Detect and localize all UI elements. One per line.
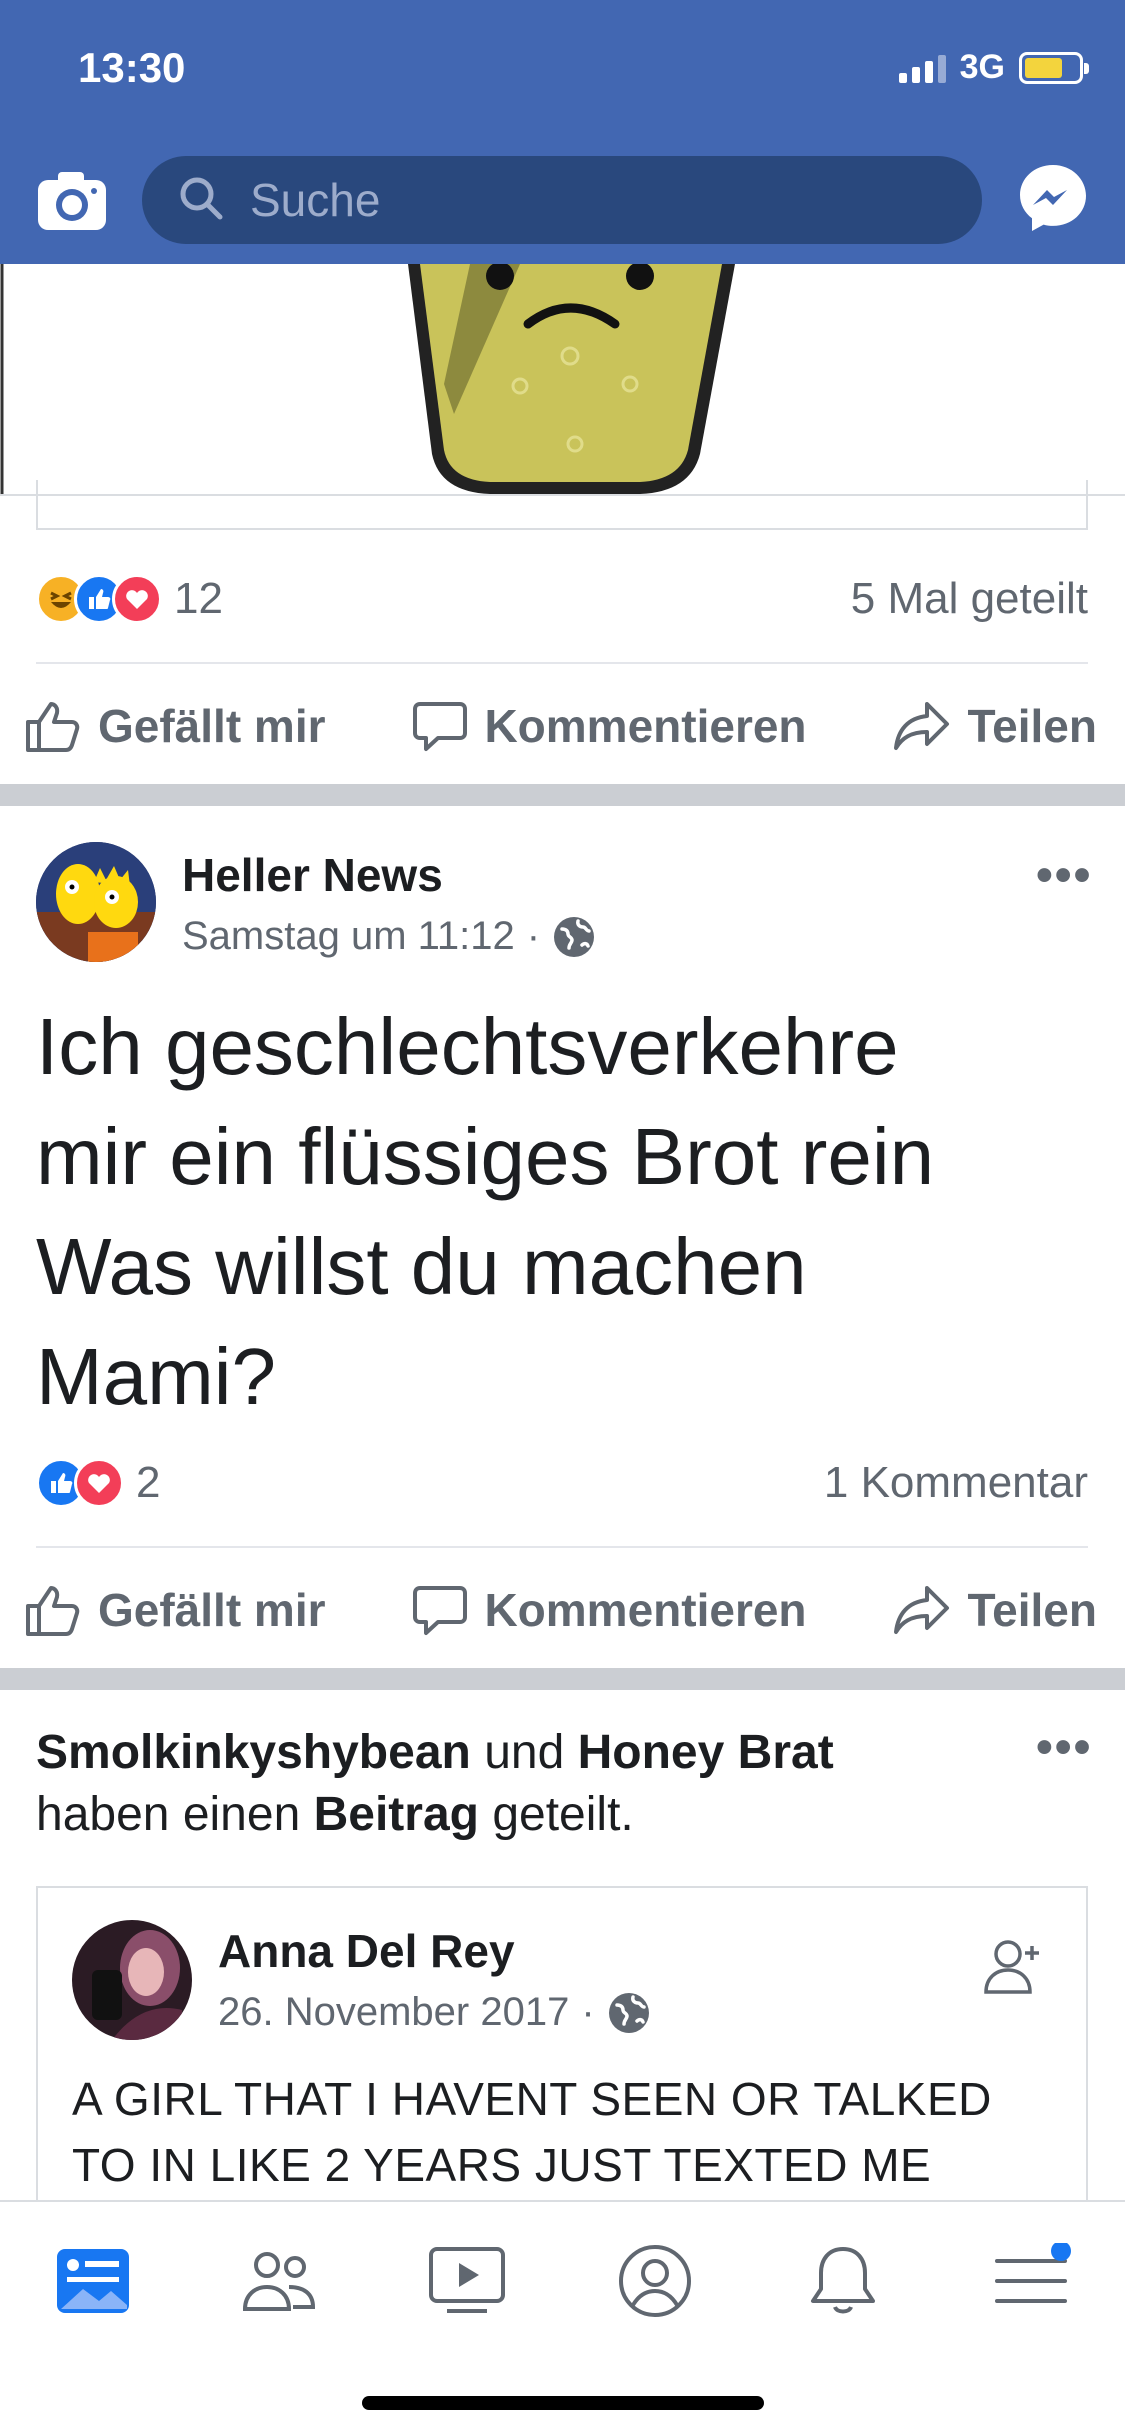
add-friend-icon[interactable] (982, 1934, 1046, 2003)
post-meta: Samstag um 11:12 · (182, 914, 596, 959)
notifications-icon[interactable] (798, 2236, 888, 2326)
menu-icon[interactable] (986, 2236, 1076, 2326)
shared-post-header: Smolkinkyshybean und Honey Brat haben ei… (36, 1722, 1026, 1846)
post-text-line: TO IN LIKE 2 YEARS JUST TEXTED ME (72, 2139, 932, 2191)
like-button[interactable]: Gefällt mir (24, 698, 326, 754)
watch-icon[interactable] (422, 2236, 512, 2326)
share-icon (894, 702, 950, 750)
globe-icon (608, 1992, 649, 2033)
reaction-summary[interactable]: 12 5 Mal geteilt (36, 564, 1088, 634)
search-bar[interactable] (142, 156, 982, 244)
status-indicators: 3G (898, 48, 1089, 87)
original-post-text: A GIRL THAT I HAVENT SEEN OR TALKED TO I… (72, 2066, 1072, 2198)
like-label: Gefällt mir (98, 1584, 326, 1636)
feed-separator (0, 784, 1125, 806)
simpsons-avatar-image (36, 842, 156, 962)
more-options-button[interactable]: ••• (1036, 848, 1092, 903)
avatar[interactable] (72, 1920, 192, 2040)
divider (36, 662, 1088, 664)
sad-cup-illustration (0, 264, 735, 494)
globe-icon (554, 916, 595, 957)
shared-phrase: haben einen (36, 1788, 301, 1841)
post-image[interactable] (0, 264, 1125, 496)
post-time[interactable]: Samstag um 11:12 (182, 914, 515, 959)
network-type: 3G (959, 48, 1005, 86)
reaction-count: 12 (174, 574, 223, 623)
post-text-line: Ich geschlechtsverkehre (36, 1002, 899, 1091)
original-post-date[interactable]: 26. November 2017 (218, 1990, 569, 2035)
original-author[interactable]: Anna Del Rey (218, 1924, 515, 1978)
signal-icon (898, 53, 946, 83)
meta-separator: · (526, 914, 541, 958)
messenger-icon[interactable] (1016, 161, 1090, 235)
shared-by-user[interactable]: Smolkinkyshybean (36, 1726, 471, 1779)
post-text: Ich geschlechtsverkehre mir ein flüssige… (36, 992, 1086, 1432)
search-input[interactable] (250, 173, 950, 227)
post-author[interactable]: Heller News (182, 848, 443, 902)
divider (36, 1546, 1088, 1548)
more-options-button[interactable]: ••• (1036, 1720, 1092, 1775)
app-header: 13:30 3G (0, 0, 1125, 264)
original-post-meta: 26. November 2017 · (218, 1990, 651, 2035)
news-feed-icon[interactable] (48, 2236, 138, 2326)
post-actions: Gefällt mir Kommentieren Teilen (0, 676, 1125, 776)
comment-label: Kommentieren (484, 1584, 807, 1636)
reaction-count: 2 (136, 1458, 161, 1507)
link-card-border (36, 480, 1088, 530)
share-icon (894, 1586, 950, 1634)
home-indicator[interactable] (362, 2396, 764, 2410)
comment-count[interactable]: 1 Kommentar (824, 1458, 1088, 1508)
like-icon (26, 1586, 80, 1636)
post-text-line: mir ein flüssiges Brot rein (36, 1112, 935, 1201)
status-time: 13:30 (78, 44, 186, 91)
search-icon (178, 175, 224, 226)
camera-icon[interactable] (36, 170, 108, 232)
avatar[interactable] (36, 842, 156, 962)
shared-post-link[interactable]: Beitrag (314, 1788, 479, 1841)
profile-icon[interactable] (610, 2236, 700, 2326)
comment-button[interactable]: Kommentieren (412, 698, 807, 754)
feed-separator (0, 1668, 1125, 1690)
share-count[interactable]: 5 Mal geteilt (851, 574, 1088, 624)
share-button[interactable]: Teilen (893, 698, 1097, 754)
post-text-line: Was willst du machen (36, 1222, 807, 1311)
battery-icon (1019, 51, 1089, 84)
meta-separator: · (581, 1990, 595, 2034)
profile-photo (72, 1920, 192, 2040)
shared-phrase: geteilt. (492, 1788, 634, 1841)
post-actions: Gefällt mir Kommentieren Teilen (0, 1560, 1125, 1660)
reaction-summary[interactable]: 2 1 Kommentar (36, 1448, 1088, 1518)
post-text-line: Mami? (36, 1332, 277, 1421)
share-label: Teilen (967, 700, 1097, 752)
love-reaction-icon (112, 574, 162, 624)
shared-by-user[interactable]: Honey Brat (578, 1726, 834, 1779)
post-text-line: A GIRL THAT I HAVENT SEEN OR TALKED (72, 2073, 992, 2125)
share-button[interactable]: Teilen (893, 1582, 1097, 1638)
conjunction: und (484, 1726, 565, 1779)
comment-label: Kommentieren (484, 700, 807, 752)
comment-icon (413, 1586, 468, 1635)
like-button[interactable]: Gefällt mir (24, 1582, 326, 1638)
like-icon (26, 702, 80, 752)
like-label: Gefällt mir (98, 700, 326, 752)
comment-button[interactable]: Kommentieren (412, 1582, 807, 1638)
comment-icon (413, 702, 468, 751)
share-label: Teilen (967, 1584, 1097, 1636)
love-reaction-icon (74, 1458, 124, 1508)
friends-icon[interactable] (234, 2236, 324, 2326)
